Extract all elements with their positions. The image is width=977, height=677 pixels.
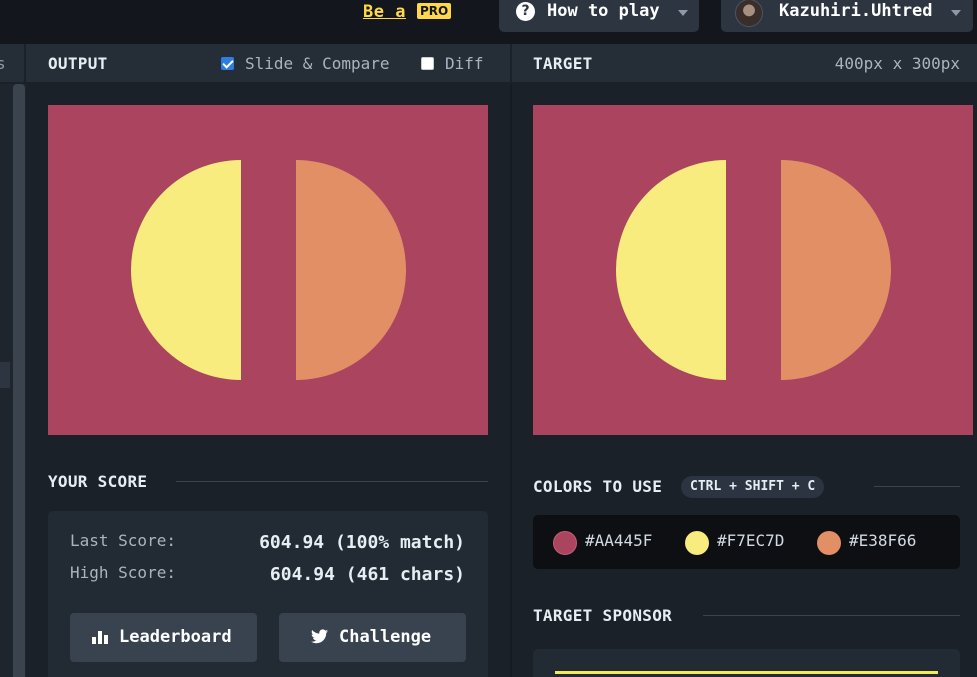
gutter-marker <box>0 362 10 388</box>
side-panel-header-fragment: s <box>0 54 6 73</box>
target-dimensions: 400px x 300px <box>834 54 960 73</box>
be-a-pro-link[interactable]: Be a <box>363 2 406 22</box>
output-header: OUTPUT Slide & Compare Diff <box>26 44 510 83</box>
orange-half-circle <box>296 160 406 380</box>
score-panel: Last Score: 604.94 (100% match) High Sco… <box>48 511 488 677</box>
your-score-title: YOUR SCORE <box>48 472 148 491</box>
target-canvas <box>533 105 973 435</box>
color-hex[interactable]: #AA445F <box>585 531 652 550</box>
top-bar: Be a PRO ? How to play Kazuhiri.Uhtred <box>0 0 977 44</box>
sponsor-panel[interactable] <box>533 649 960 677</box>
target-sponsor-title: TARGET SPONSOR <box>533 606 673 625</box>
color-swatch[interactable] <box>685 531 709 555</box>
bar-chart-icon <box>92 631 108 644</box>
scrollbar[interactable] <box>13 84 25 677</box>
side-panel-header: s <box>0 44 24 83</box>
twitter-icon <box>311 629 328 644</box>
challenge-button[interactable]: Challenge <box>279 613 466 662</box>
target-drawing <box>616 160 891 380</box>
avatar <box>735 0 763 27</box>
output-title: OUTPUT <box>48 54 108 73</box>
sponsor-accent-line <box>555 671 938 674</box>
target-title: TARGET <box>533 54 593 73</box>
username: Kazuhiri.Uhtred <box>779 1 933 21</box>
copy-colors-shortcut: CTRL + SHIFT + C <box>681 476 825 498</box>
panel-divider[interactable] <box>510 84 512 677</box>
color-swatch[interactable] <box>553 531 577 555</box>
last-score-label: Last Score: <box>70 531 176 550</box>
how-to-play-label: How to play <box>547 1 660 21</box>
color-hex[interactable]: #F7EC7D <box>717 531 784 550</box>
pro-badge[interactable]: PRO <box>417 3 452 19</box>
colors-title: COLORS TO USE <box>533 477 663 496</box>
color-swatch[interactable] <box>817 531 841 555</box>
section-divider <box>703 615 960 616</box>
slide-compare-checkbox[interactable] <box>221 57 234 70</box>
leaderboard-label: Leaderboard <box>119 627 232 647</box>
chevron-down-icon <box>678 10 688 16</box>
slide-compare-label[interactable]: Slide & Compare <box>245 54 390 73</box>
yellow-half-circle <box>616 160 726 380</box>
orange-half-circle <box>781 160 891 380</box>
color-hex[interactable]: #E38F66 <box>849 531 916 550</box>
output-canvas[interactable] <box>48 105 488 435</box>
chevron-down-icon <box>951 10 961 16</box>
question-circle-icon: ? <box>516 2 535 21</box>
section-divider <box>176 481 488 482</box>
target-header: TARGET 400px x 300px <box>512 44 977 83</box>
high-score-value: 604.94 (461 chars) <box>269 564 465 585</box>
high-score-label: High Score: <box>70 563 176 582</box>
leaderboard-button[interactable]: Leaderboard <box>70 613 257 662</box>
how-to-play-button[interactable]: ? How to play <box>499 0 699 32</box>
diff-checkbox[interactable] <box>421 57 434 70</box>
section-divider <box>874 486 960 487</box>
last-score-value: 604.94 (100% match) <box>259 532 465 553</box>
colors-palette: #AA445F #F7EC7D #E38F66 <box>533 515 960 569</box>
output-drawing <box>131 160 406 380</box>
challenge-label: Challenge <box>339 627 432 647</box>
yellow-half-circle <box>131 160 241 380</box>
editor-gutter <box>0 84 26 677</box>
user-menu[interactable]: Kazuhiri.Uhtred <box>721 0 973 32</box>
diff-label[interactable]: Diff <box>445 54 484 73</box>
